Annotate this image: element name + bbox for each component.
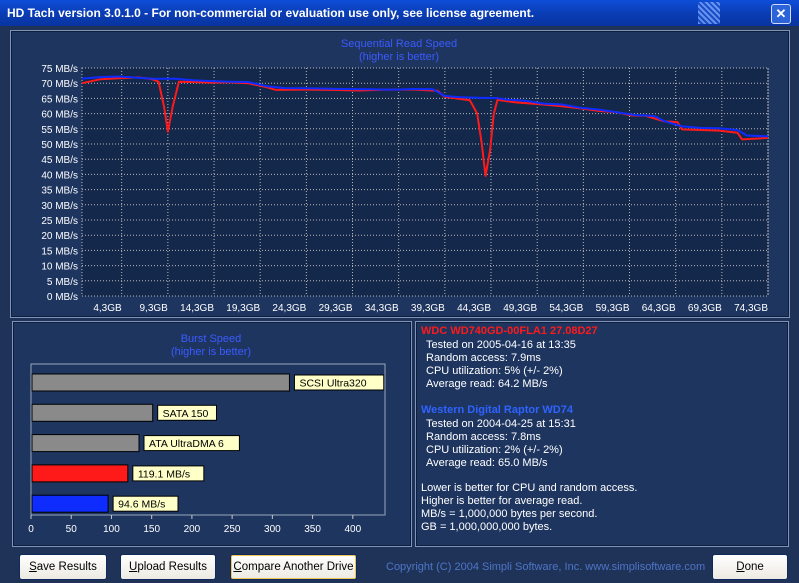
y-tick-label: 55 MB/s [41, 125, 78, 136]
x-tick-label: 50 [66, 524, 78, 535]
sequential-read-chart: Sequential Read Speed (higher is better)… [41, 38, 769, 314]
chart-subtitle: (higher is better) [359, 51, 439, 63]
y-tick-label: 50 MB/s [41, 140, 78, 151]
x-tick-label: 9,3GB [140, 303, 169, 314]
burst-bar-label: SCSI Ultra320 [299, 378, 366, 390]
save-results-button[interactable]: Save Results [19, 554, 107, 580]
burst-title: Burst Speed [181, 333, 242, 345]
chart-title: Sequential Read Speed [341, 38, 457, 50]
compare-another-drive-button[interactable]: Compare Another Drive [230, 554, 357, 580]
burst-bar [31, 494, 109, 513]
x-tick-label: 44,3GB [457, 303, 491, 314]
window-title: HD Tach version 3.0.1.0 - For non-commer… [7, 6, 535, 20]
y-tick-label: 65 MB/s [41, 94, 78, 105]
y-tick-label: 15 MB/s [41, 246, 78, 257]
burst-bar [31, 403, 154, 422]
x-tick-label: 59,3GB [596, 303, 630, 314]
x-tick-label: 64,3GB [642, 303, 676, 314]
y-tick-label: 20 MB/s [41, 231, 78, 242]
y-tick-label: 75 MB/s [41, 64, 78, 75]
x-tick-label: 150 [143, 524, 160, 535]
y-tick-label: 70 MB/s [41, 79, 78, 90]
drive-a-tested: Tested on 2005-04-16 at 13:35 [426, 339, 576, 351]
x-tick-label: 19,3GB [226, 303, 260, 314]
x-tick-label: 350 [304, 524, 321, 535]
x-tick-label: 0 [28, 524, 34, 535]
drive-b-tested: Tested on 2004-04-25 at 15:31 [426, 418, 576, 430]
burst-subtitle: (higher is better) [171, 346, 251, 358]
y-tick-label: 35 MB/s [41, 186, 78, 197]
x-tick-label: 69,3GB [688, 303, 722, 314]
x-tick-label: 74,3GB [734, 303, 768, 314]
drive-a-random-access: Random access: 7.9ms [426, 352, 541, 364]
burst-bar-label: ATA UltraDMA 6 [149, 438, 224, 450]
x-tick-label: 300 [264, 524, 281, 535]
burst-bar-label: 94.6 MB/s [118, 499, 165, 511]
y-tick-label: 25 MB/s [41, 216, 78, 227]
plot-area [82, 68, 768, 296]
x-tick-label: 24,3GB [272, 303, 306, 314]
x-tick-label: 14,3GB [180, 303, 214, 314]
y-tick-label: 60 MB/s [41, 110, 78, 121]
x-tick-label: 29,3GB [319, 303, 353, 314]
y-tick-label: 0 MB/s [47, 292, 78, 303]
burst-bar-label: 119.1 MB/s [138, 468, 190, 480]
x-tick-label: 54,3GB [549, 303, 583, 314]
x-tick-label: 400 [344, 524, 361, 535]
title-pattern-icon [698, 2, 720, 24]
drive-info-panel: WDC WD740GD-00FLA1 27.08D27 Tested on 20… [415, 321, 789, 547]
y-tick-label: 40 MB/s [41, 170, 78, 181]
note-line: Lower is better for CPU and random acces… [421, 482, 638, 494]
burst-bar-label: SATA 150 [163, 408, 209, 420]
done-button[interactable]: Done [712, 554, 788, 580]
x-tick-label: 49,3GB [503, 303, 537, 314]
note-line: Higher is better for average read. [421, 495, 583, 507]
upload-results-button[interactable]: Upload Results [120, 554, 216, 580]
drive-b-random-access: Random access: 7.8ms [426, 431, 541, 443]
burst-bar [31, 373, 290, 392]
note-line: GB = 1,000,000,000 bytes. [421, 521, 553, 533]
burst-speed-chart: Burst Speed (higher is better) 0 50 100 150… [28, 333, 386, 535]
drive-a-avg-read: Average read: 64.2 MB/s [426, 378, 548, 390]
y-tick-label: 45 MB/s [41, 155, 78, 166]
x-tick-label: 200 [184, 524, 201, 535]
title-bar: HD Tach version 3.0.1.0 - For non-commer… [0, 0, 799, 26]
drive-b-name: Western Digital Raptor WD74 [421, 404, 573, 416]
x-tick-label: 250 [224, 524, 241, 535]
drive-a-cpu: CPU utilization: 5% (+/- 2%) [426, 365, 563, 377]
drive-a-name: WDC WD740GD-00FLA1 27.08D27 [421, 325, 598, 337]
x-tick-label: 34,3GB [365, 303, 399, 314]
y-tick-label: 30 MB/s [41, 201, 78, 212]
x-tick-label: 100 [103, 524, 120, 535]
y-tick-label: 5 MB/s [47, 277, 78, 288]
close-icon: ✕ [775, 6, 787, 21]
burst-bar [31, 464, 129, 483]
burst-bar [31, 434, 140, 453]
copyright-text: Copyright (C) 2004 Simpli Software, Inc.… [386, 561, 706, 573]
drive-b-avg-read: Average read: 65.0 MB/s [426, 457, 548, 469]
drive-b-cpu: CPU utilization: 2% (+/- 2%) [426, 444, 563, 456]
x-tick-label: 39,3GB [411, 303, 445, 314]
close-button[interactable]: ✕ [771, 4, 791, 24]
note-line: MB/s = 1,000,000 bytes per second. [421, 508, 598, 520]
burst-speed-panel: Burst Speed (higher is better) 0 50 100 150… [12, 321, 412, 547]
y-tick-label: 10 MB/s [41, 262, 78, 273]
sequential-read-panel: Sequential Read Speed (higher is better)… [10, 30, 790, 318]
x-tick-label: 4,3GB [93, 303, 122, 314]
